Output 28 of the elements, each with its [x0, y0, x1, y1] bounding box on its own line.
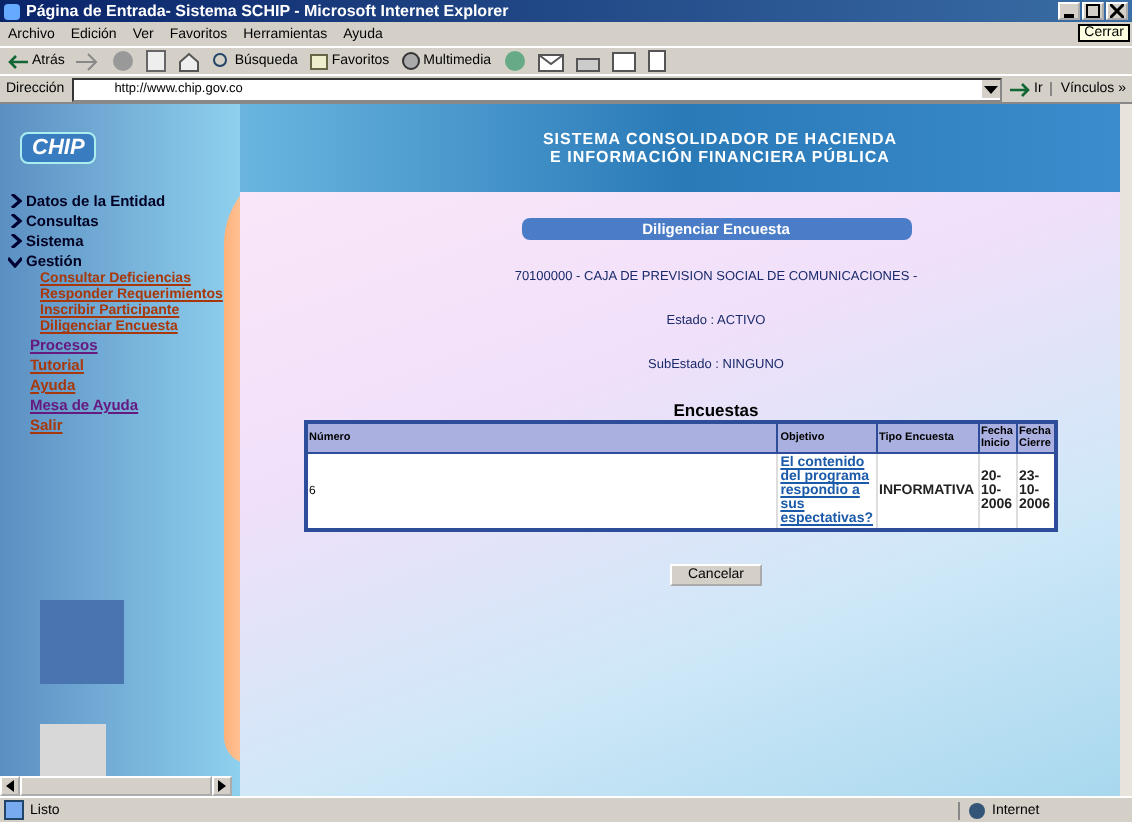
- folder-icon: [309, 52, 328, 70]
- vertical-scrollbar[interactable]: [1120, 104, 1132, 796]
- media-icon: [401, 52, 420, 70]
- logo: CHIP: [20, 132, 97, 164]
- window-title: Página de Entrada- Sistema SCHIP - Microsoft Internet Explorer: [26, 2, 511, 20]
- back-arrow-icon: [8, 53, 28, 69]
- maximize-icon: [1086, 4, 1100, 18]
- browser-icon: [4, 3, 20, 19]
- close-button[interactable]: [1106, 2, 1128, 20]
- scroll-left-button[interactable]: [0, 776, 20, 796]
- document-icon[interactable]: [647, 50, 666, 72]
- minimize-button[interactable]: [1058, 2, 1080, 20]
- home-icon[interactable]: [178, 51, 201, 71]
- search-icon: [212, 52, 231, 70]
- mail-icon[interactable]: [537, 51, 564, 71]
- horizontal-scrollbar[interactable]: [0, 776, 232, 796]
- maximize-button[interactable]: [1082, 2, 1104, 20]
- image-placeholder: [40, 600, 124, 684]
- page-icon: [4, 800, 24, 820]
- scroll-right-button[interactable]: [212, 776, 232, 796]
- banner-title: E INFORMACIÓN FINANCIERA PÚBLICA: [550, 148, 890, 166]
- table-caption: Encuestas: [673, 400, 759, 420]
- globe-icon: [968, 801, 986, 819]
- banner-title: SISTEMA CONSOLIDADOR DE HACIENDA: [542, 130, 898, 148]
- go-arrow-icon: [1010, 81, 1031, 97]
- scrollbar-thumb[interactable]: [20, 776, 212, 796]
- dropdown-arrow-icon[interactable]: [982, 80, 1001, 98]
- close-icon: [1110, 4, 1124, 18]
